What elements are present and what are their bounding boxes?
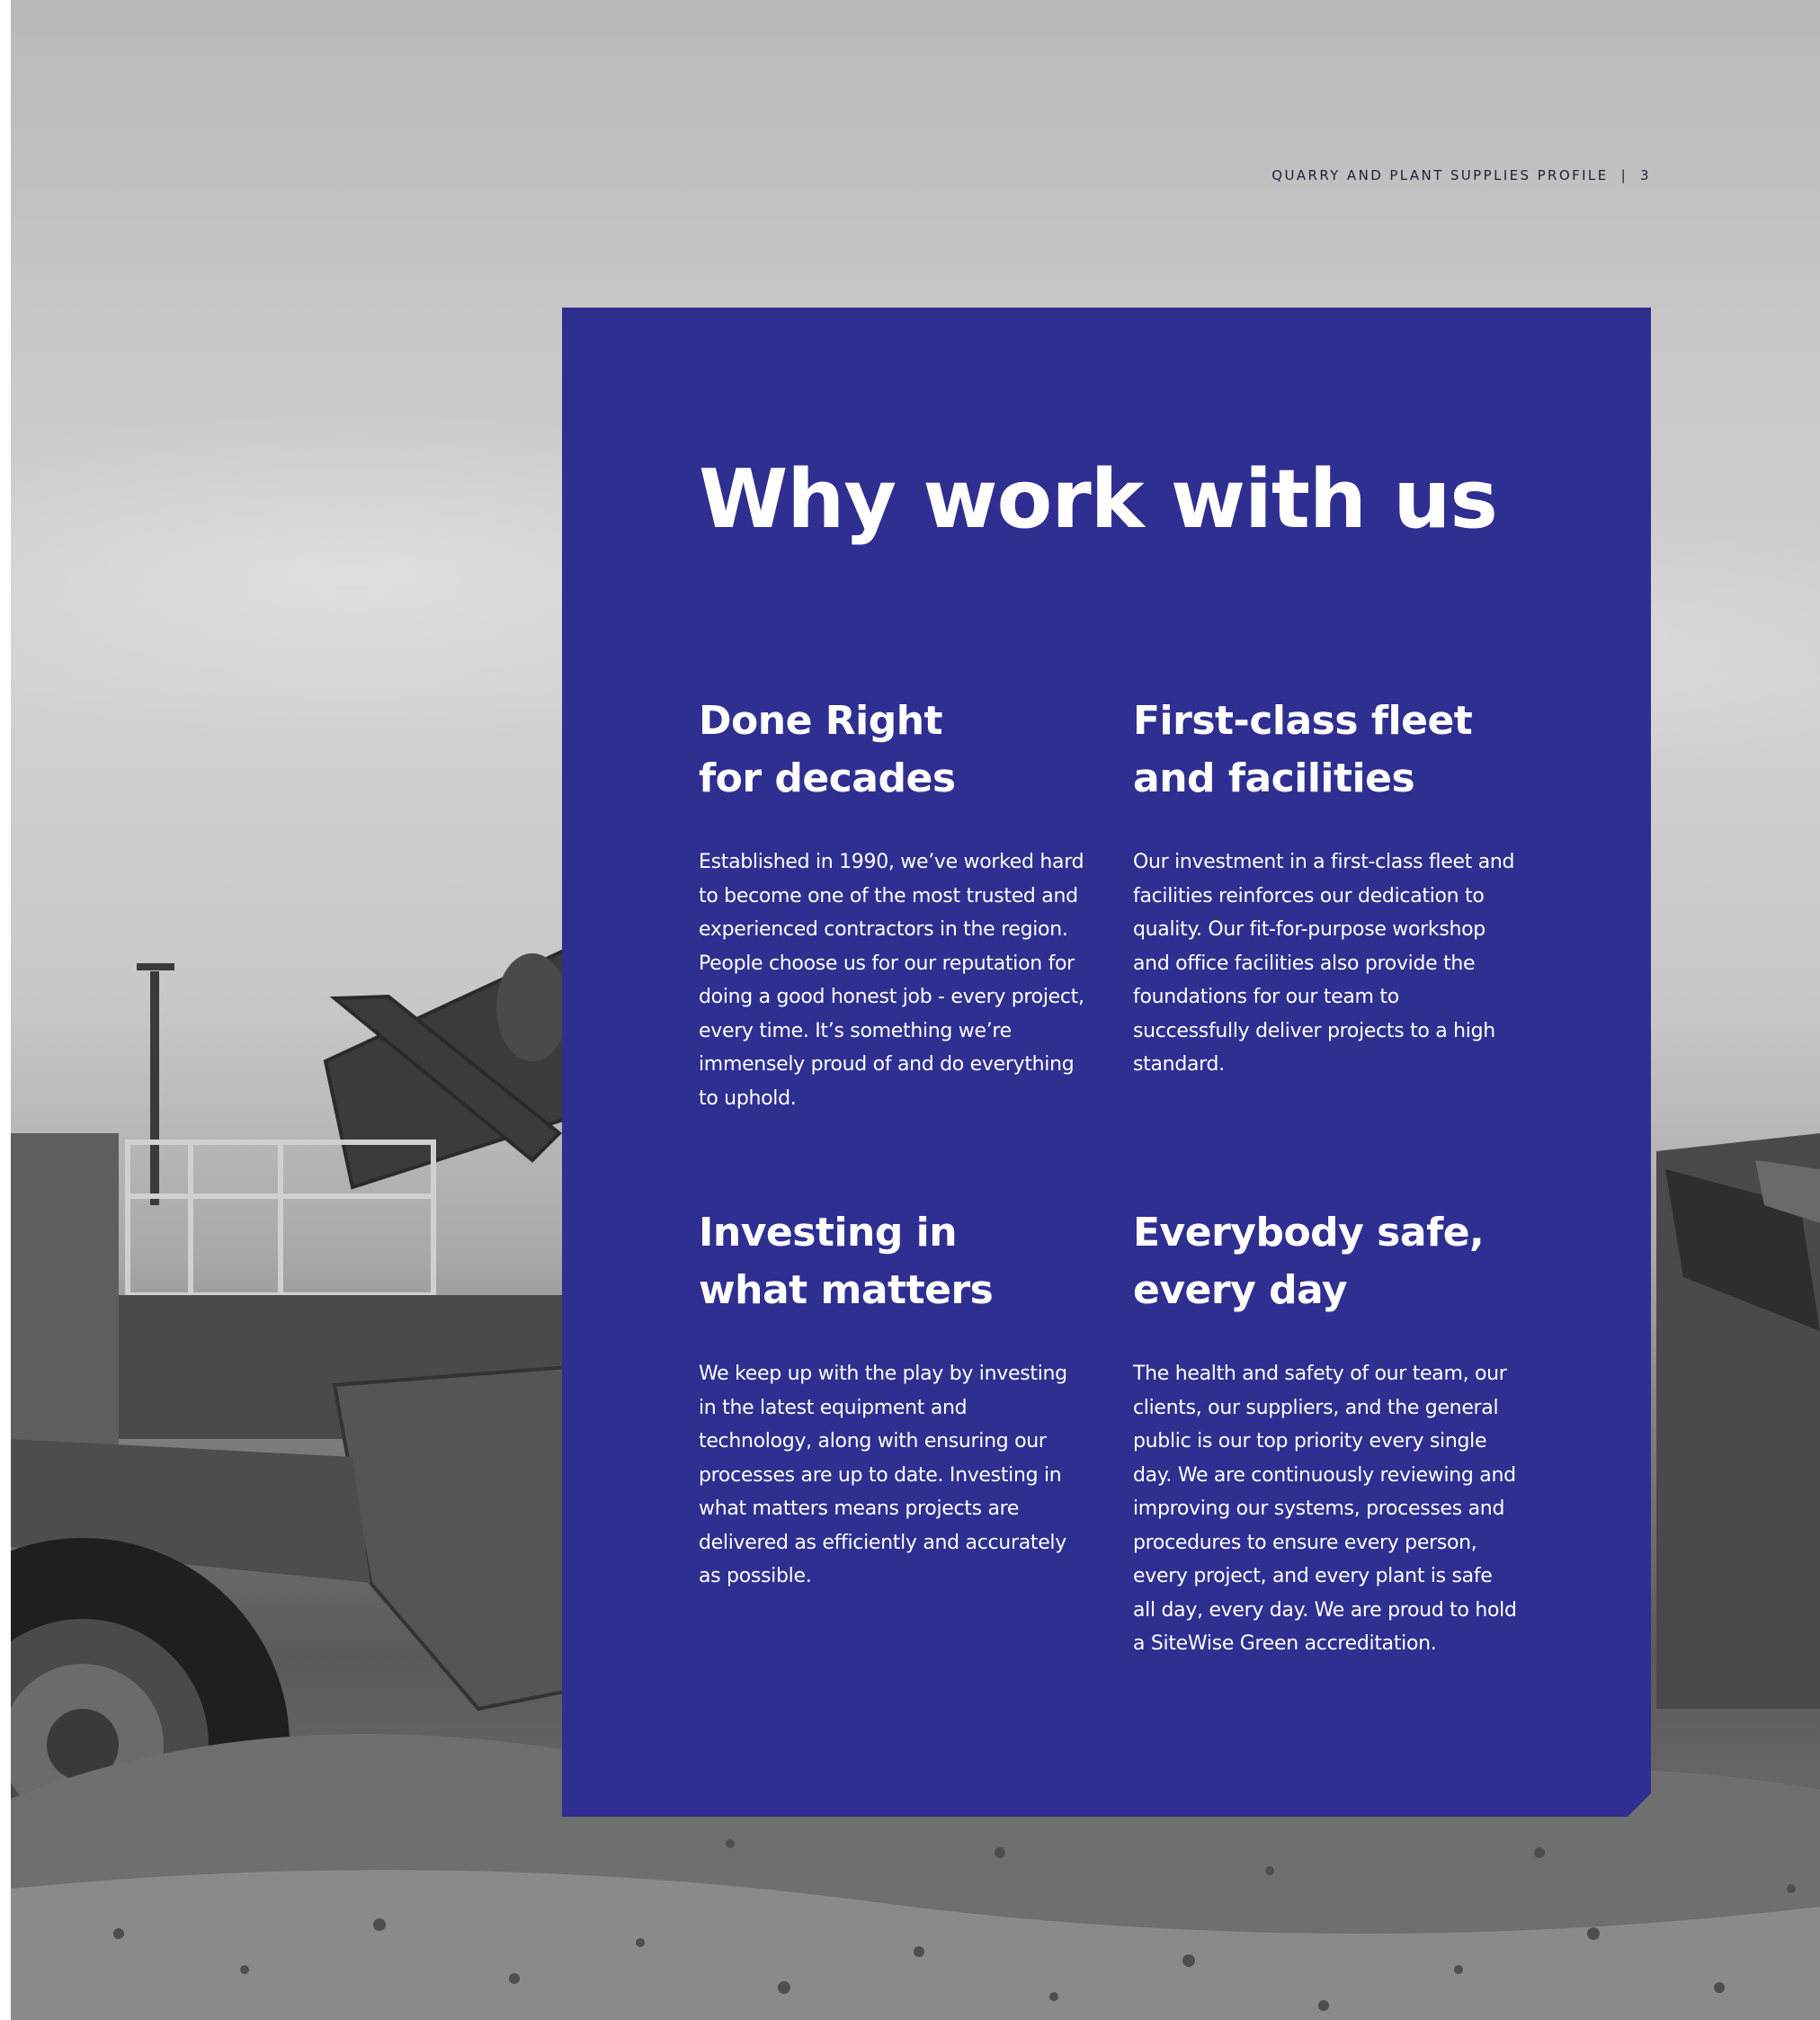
section-heading-line: First-class fleet <box>1133 698 1473 744</box>
section-heading: Investing in what matters <box>699 1204 1094 1319</box>
section-heading-line: Everybody safe, <box>1133 1210 1485 1256</box>
section-heading: Everybody safe, every day <box>1133 1204 1529 1319</box>
section-first-class-fleet: First-class fleet and facilities Our inve… <box>1133 693 1520 1082</box>
header-separator: | <box>1620 167 1628 183</box>
page-number: 3 <box>1640 167 1651 183</box>
section-heading-line: Done Right <box>699 698 943 744</box>
section-heading-line: Investing in <box>699 1210 958 1256</box>
page-title: Why work with us <box>699 452 1498 547</box>
running-header: QUARRY AND PLANT SUPPLIES PROFILE | 3 <box>1271 167 1651 183</box>
section-everybody-safe: Everybody safe, every day The health and … <box>1133 1204 1520 1661</box>
section-heading: First-class fleet and facilities <box>1133 693 1529 808</box>
section-heading-line: and facilities <box>1133 755 1415 801</box>
section-heading-line: every day <box>1133 1267 1348 1313</box>
section-heading-line: what matters <box>699 1267 994 1313</box>
page-edge <box>0 0 11 2020</box>
publication-name: QUARRY AND PLANT SUPPLIES PROFILE <box>1271 167 1609 183</box>
section-body: We keep up with the play by investing in… <box>699 1363 1067 1587</box>
section-body: Our investment in a first-class fleet an… <box>1133 851 1515 1076</box>
section-body: The health and safety of our team, our c… <box>1133 1363 1517 1655</box>
section-heading-line: for decades <box>699 755 956 801</box>
section-done-right: Done Right for decades Established in 199… <box>699 693 1085 1115</box>
section-body: Established in 1990, we’ve worked hard t… <box>699 851 1084 1110</box>
section-investing: Investing in what matters We keep up with… <box>699 1204 1085 1594</box>
section-heading: Done Right for decades <box>699 693 1094 808</box>
